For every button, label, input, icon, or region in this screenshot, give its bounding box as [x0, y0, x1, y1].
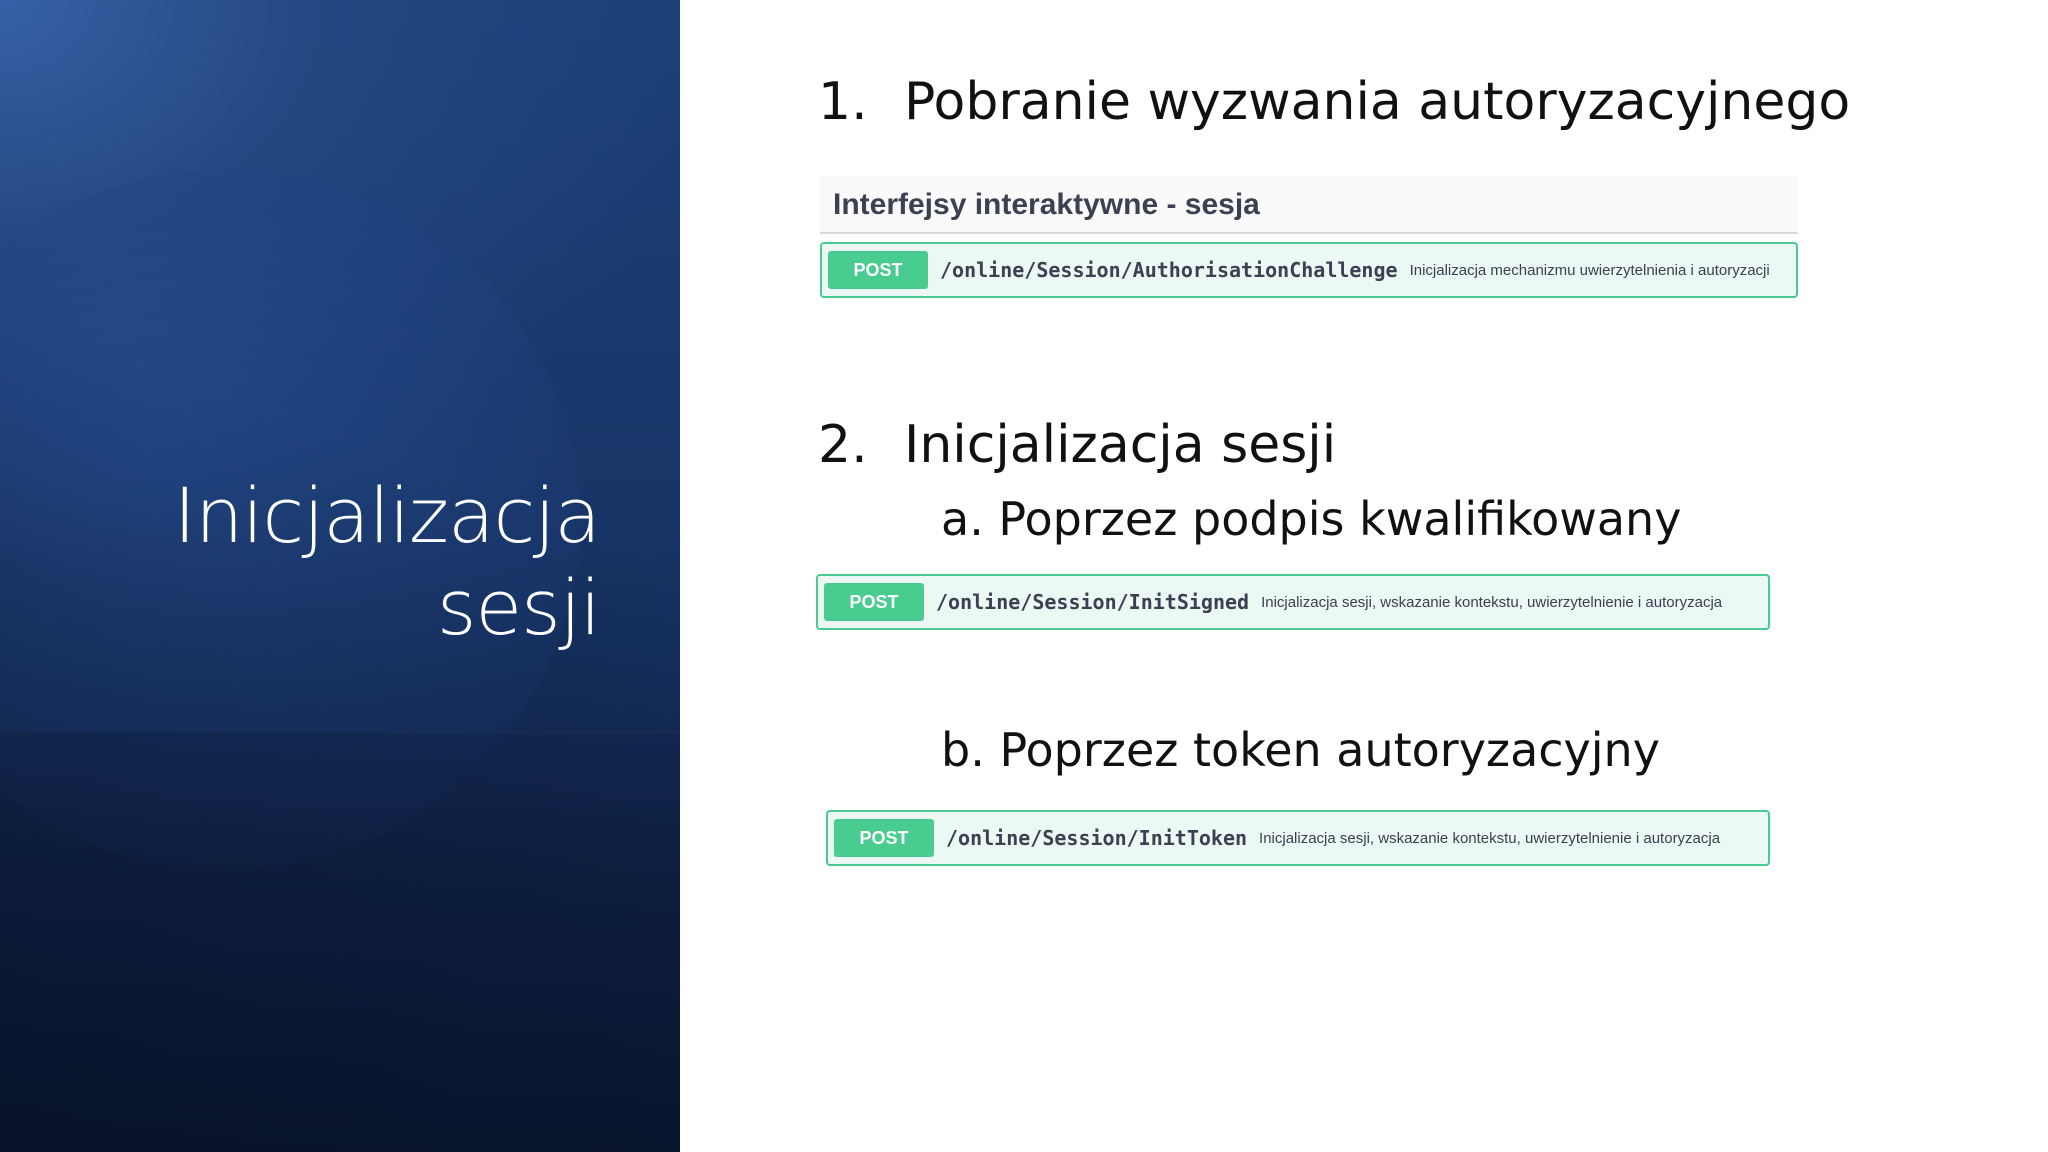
slide-title-line1: Inicjalizacja — [173, 471, 601, 560]
endpoint-authorisation-challenge[interactable]: POST /online/Session/AuthorisationChalle… — [820, 242, 1798, 298]
step2-heading: 2. Inicjalizacja sesji — [818, 415, 1336, 475]
endpoint-summary: Inicjalizacja mechanizmu uwierzytelnieni… — [1409, 261, 1770, 279]
title-panel: Inicjalizacja sesji — [0, 0, 680, 1152]
step2-number: 2. — [818, 415, 868, 475]
section-header[interactable]: Interfejsy interaktywne - sesja — [820, 176, 1798, 234]
step1-text: Pobranie wyzwania autoryzacyjnego — [904, 72, 1851, 132]
endpoint-init-token[interactable]: POST /online/Session/InitToken Inicjaliz… — [826, 810, 1770, 866]
step2-text: Inicjalizacja sesji — [904, 415, 1337, 475]
step2-sub-a: a. Poprzez podpis kwalifikowany — [941, 492, 1682, 546]
post-method-badge: POST — [824, 583, 924, 621]
post-method-badge: POST — [828, 251, 928, 289]
step2-sub-b: b. Poprzez token autoryzacyjny — [941, 723, 1660, 777]
endpoint-path: /online/Session/InitSigned — [936, 590, 1250, 614]
endpoint-path: /online/Session/AuthorisationChallenge — [940, 258, 1398, 282]
slide-title-line2: sesji — [436, 563, 601, 652]
endpoint-summary: Inicjalizacja sesji, wskazanie kontekstu… — [1261, 593, 1723, 611]
endpoint-summary: Inicjalizacja sesji, wskazanie kontekstu… — [1259, 829, 1721, 847]
step1-number: 1. — [818, 72, 868, 132]
endpoint-path: /online/Session/InitToken — [946, 826, 1248, 850]
step1-heading: 1. Pobranie wyzwania autoryzacyjnego — [818, 72, 1850, 132]
endpoint-init-signed[interactable]: POST /online/Session/InitSigned Inicjali… — [816, 574, 1770, 630]
post-method-badge: POST — [834, 819, 934, 857]
slide-title: Inicjalizacja sesji — [173, 470, 601, 654]
